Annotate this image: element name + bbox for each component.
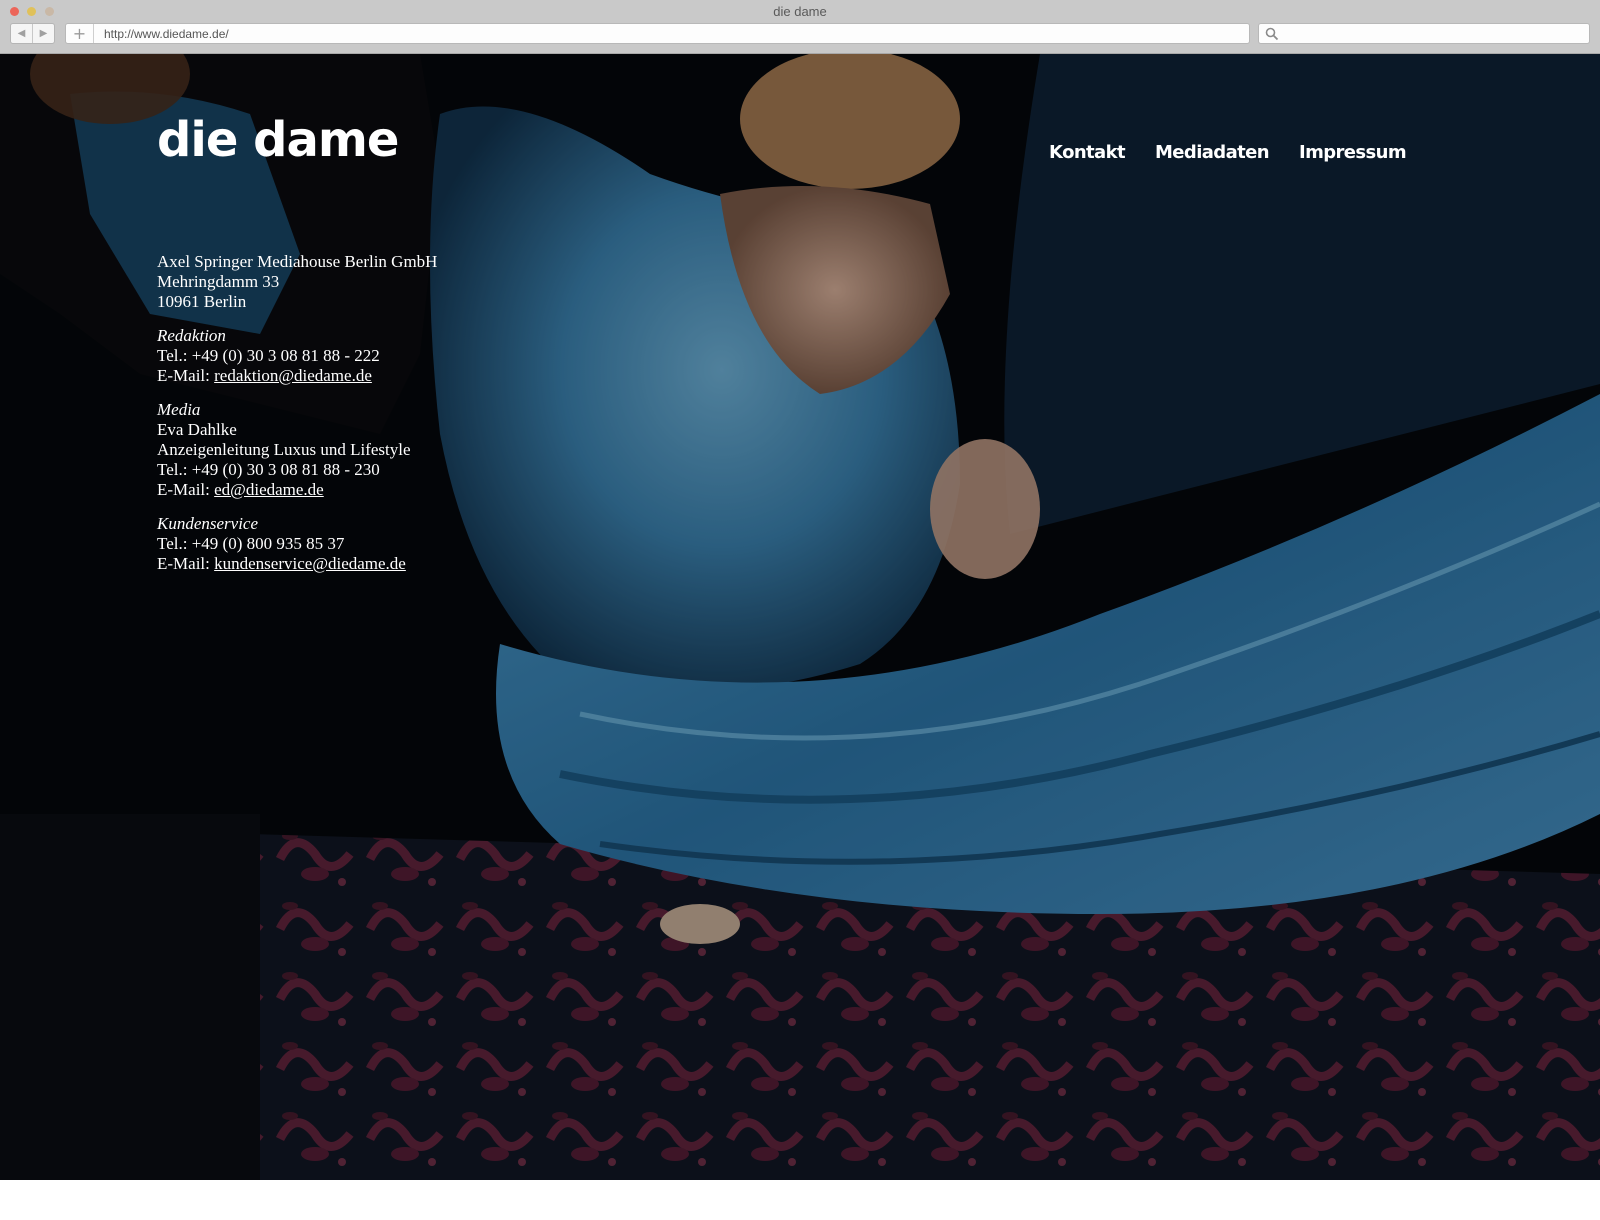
search-icon bbox=[1265, 27, 1279, 41]
nav-mediadaten[interactable]: Mediadaten bbox=[1155, 142, 1270, 163]
city: 10961 Berlin bbox=[157, 292, 247, 311]
page: die dame Kontakt Mediadaten Impressum Ax… bbox=[0, 54, 1600, 1180]
street: Mehringdamm 33 bbox=[157, 272, 280, 291]
site-logo[interactable]: die dame bbox=[157, 112, 399, 168]
media-heading: Media bbox=[157, 400, 201, 419]
new-tab-icon[interactable]: + bbox=[66, 24, 94, 43]
media-contact-role: Anzeigenleitung Luxus und Lifestyle bbox=[157, 440, 411, 459]
kundenservice-email-line: E-Mail: kundenservice@diedame.de bbox=[157, 554, 437, 574]
media-phone: Tel.: +49 (0) 30 3 08 81 88 - 230 bbox=[157, 460, 380, 479]
email-label: E-Mail: bbox=[157, 480, 215, 499]
main-nav: Kontakt Mediadaten Impressum bbox=[1049, 142, 1407, 163]
redaktion-block: Redaktion Tel.: +49 (0) 30 3 08 81 88 - … bbox=[157, 326, 437, 386]
redaktion-email-line: E-Mail: redaktion@diedame.de bbox=[157, 366, 437, 386]
media-email-link[interactable]: ed@diedame.de bbox=[214, 480, 324, 499]
kundenservice-heading: Kundenservice bbox=[157, 514, 259, 533]
redaktion-email-link[interactable]: redaktion@diedame.de bbox=[214, 366, 372, 385]
nav-kontakt[interactable]: Kontakt bbox=[1049, 142, 1126, 163]
media-email-line: E-Mail: ed@diedame.de bbox=[157, 480, 437, 500]
media-contact-name: Eva Dahlke bbox=[157, 420, 237, 439]
redaktion-phone: Tel.: +49 (0) 30 3 08 81 88 - 222 bbox=[157, 346, 380, 365]
company-name: Axel Springer Mediahouse Berlin GmbH bbox=[157, 252, 438, 271]
kundenservice-phone: Tel.: +49 (0) 800 935 85 37 bbox=[157, 534, 345, 553]
history-buttons: ◀ ▶ bbox=[10, 23, 55, 44]
forward-icon[interactable]: ▶ bbox=[33, 24, 54, 43]
search-field[interactable] bbox=[1258, 23, 1590, 44]
contact-info: Axel Springer Mediahouse Berlin GmbH Meh… bbox=[157, 252, 437, 588]
url-text[interactable]: http://www.diedame.de/ bbox=[104, 27, 229, 41]
kundenservice-email-link[interactable]: kundenservice@diedame.de bbox=[214, 554, 406, 573]
kundenservice-block: Kundenservice Tel.: +49 (0) 800 935 85 3… bbox=[157, 514, 437, 574]
redaktion-heading: Redaktion bbox=[157, 326, 226, 345]
email-label: E-Mail: bbox=[157, 554, 215, 573]
email-label: E-Mail: bbox=[157, 366, 215, 385]
window-title: die dame bbox=[773, 4, 827, 19]
nav-impressum[interactable]: Impressum bbox=[1299, 142, 1407, 163]
browser-chrome: die dame ◀ ▶ + http://www.diedame.de/ bbox=[0, 0, 1600, 54]
media-block: Media Eva Dahlke Anzeigenleitung Luxus u… bbox=[157, 400, 437, 500]
hero-background-photo bbox=[0, 54, 1600, 1180]
address-bar[interactable]: + http://www.diedame.de/ bbox=[65, 23, 1250, 44]
back-icon[interactable]: ◀ bbox=[11, 24, 33, 43]
address-block: Axel Springer Mediahouse Berlin GmbH Meh… bbox=[157, 252, 437, 312]
